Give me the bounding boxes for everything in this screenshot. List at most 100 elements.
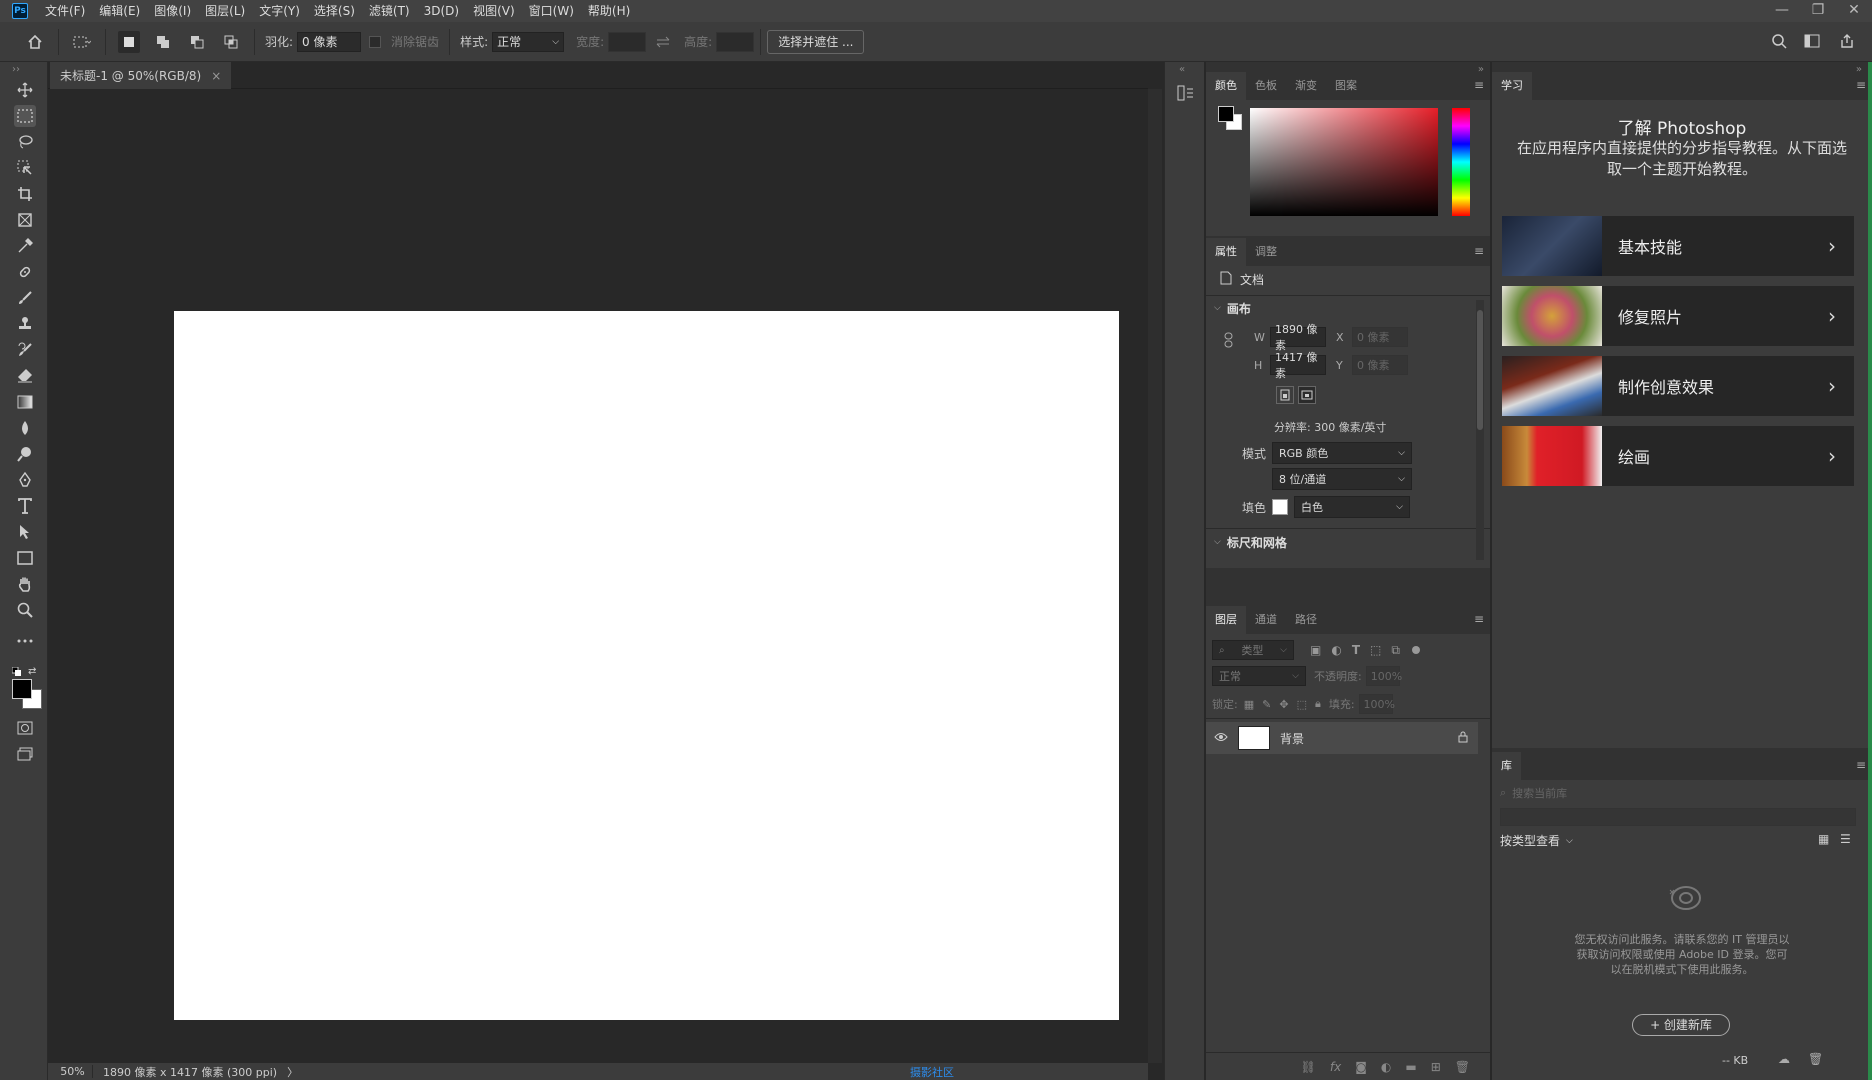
status-menu-arrow[interactable]: 〉 (287, 1064, 298, 1080)
panel-menu-icon[interactable]: ≡ (1474, 78, 1484, 92)
pixel-filter-icon[interactable]: ▣ (1310, 643, 1321, 657)
delete-layer-icon[interactable]: 🗑︎ (1455, 1060, 1470, 1074)
intersect-selection-icon[interactable] (220, 31, 242, 53)
landscape-icon[interactable] (1298, 386, 1316, 404)
rectangular-marquee-tool-icon[interactable] (14, 105, 36, 127)
frame-tool-icon[interactable] (14, 209, 36, 231)
tab-libraries[interactable]: 库 (1492, 752, 1521, 780)
menu-image[interactable]: 图像(I) (147, 0, 198, 22)
panel-menu-icon[interactable]: ≡ (1474, 612, 1484, 626)
swap-dimensions-icon[interactable] (652, 31, 674, 53)
tutorial-card-basic-skills[interactable]: 基本技能 › (1502, 216, 1854, 276)
cloud-sync-icon[interactable]: ☁ (1778, 1052, 1790, 1066)
menu-help[interactable]: 帮助(H) (581, 0, 637, 22)
library-delete-icon[interactable]: 🗑︎ (1808, 1052, 1823, 1066)
history-panel-icon[interactable] (1177, 84, 1195, 105)
link-layers-icon[interactable]: ⛓ (1301, 1060, 1316, 1074)
close-tab-icon[interactable]: × (211, 69, 221, 83)
menu-select[interactable]: 选择(S) (307, 0, 362, 22)
panel-menu-icon[interactable]: ≡ (1856, 78, 1866, 92)
menu-edit[interactable]: 编辑(E) (92, 0, 147, 22)
canvas-workspace[interactable] (48, 89, 1148, 1063)
panel-menu-icon[interactable]: ≡ (1474, 244, 1484, 258)
color-fg-swatch[interactable] (1218, 106, 1234, 122)
type-tool-icon[interactable] (14, 495, 36, 517)
subtract-selection-icon[interactable] (186, 31, 208, 53)
history-brush-tool-icon[interactable] (14, 339, 36, 361)
grid-view-icon[interactable]: ▦ (1818, 832, 1829, 846)
restore-button[interactable]: ❐ (1800, 0, 1836, 22)
hand-tool-icon[interactable] (14, 573, 36, 595)
add-mask-icon[interactable]: ◙ (1355, 1060, 1367, 1074)
width-input[interactable] (608, 31, 647, 52)
eyedropper-tool-icon[interactable] (14, 235, 36, 257)
tutorial-card-fix-photos[interactable]: 修复照片 › (1502, 286, 1854, 346)
adjustment-filter-icon[interactable]: ◐ (1331, 643, 1341, 657)
new-group-icon[interactable]: ▬ (1405, 1060, 1416, 1074)
collapse-toolbar-icon[interactable]: ›› (12, 64, 20, 75)
dodge-tool-icon[interactable] (14, 443, 36, 465)
blur-tool-icon[interactable] (14, 417, 36, 439)
document-canvas[interactable] (174, 311, 1119, 1020)
default-colors-icon[interactable] (11, 666, 22, 680)
healing-brush-tool-icon[interactable] (14, 261, 36, 283)
properties-scrollbar[interactable] (1476, 300, 1484, 560)
quick-mask-icon[interactable] (14, 717, 36, 739)
select-and-mask-button[interactable]: 选择并遮住 ... (767, 29, 865, 54)
collapse-left-icon[interactable]: « (1179, 64, 1185, 75)
community-link[interactable]: 摄影社区 (910, 1064, 954, 1080)
eye-icon[interactable] (1214, 731, 1228, 745)
fx-icon[interactable]: fx (1330, 1060, 1341, 1074)
height-input[interactable] (716, 31, 755, 52)
tab-paths[interactable]: 路径 (1286, 606, 1326, 634)
list-view-icon[interactable]: ☰ (1840, 832, 1851, 846)
rectangle-tool-icon[interactable] (14, 547, 36, 569)
menu-window[interactable]: 窗口(W) (522, 0, 581, 22)
style-select[interactable]: 正常 ⌵ (492, 31, 565, 52)
more-tools-icon[interactable] (14, 630, 36, 652)
scroll-thumb[interactable] (1477, 310, 1483, 430)
tab-patterns[interactable]: 图案 (1326, 72, 1366, 100)
gradient-tool-icon[interactable] (14, 391, 36, 413)
minimize-button[interactable]: — (1764, 0, 1800, 22)
canvas-height-field[interactable]: 1417 像素 (1270, 351, 1326, 380)
bit-depth-select[interactable]: 8 位/通道 ⌵ (1272, 468, 1412, 490)
pen-tool-icon[interactable] (14, 469, 36, 491)
menu-filter[interactable]: 滤镜(T) (362, 0, 417, 22)
panel-menu-icon[interactable]: ≡ (1856, 758, 1866, 772)
smartobject-filter-icon[interactable]: ⧉ (1391, 643, 1400, 658)
move-tool-icon[interactable] (14, 79, 36, 101)
filter-toggle-icon[interactable] (1411, 646, 1420, 654)
eraser-tool-icon[interactable] (14, 365, 36, 387)
portrait-icon[interactable] (1276, 386, 1294, 404)
path-selection-tool-icon[interactable] (14, 521, 36, 543)
vertical-scrollbar[interactable] (1148, 89, 1162, 1063)
menu-view[interactable]: 视图(V) (466, 0, 522, 22)
foreground-color-swatch[interactable] (12, 679, 32, 699)
add-selection-icon[interactable] (152, 31, 174, 53)
feather-input[interactable] (297, 31, 362, 52)
tab-swatches[interactable]: 色板 (1246, 72, 1286, 100)
new-adjustment-icon[interactable]: ◐ (1381, 1060, 1391, 1074)
lock-position-icon[interactable]: ✥ (1279, 698, 1288, 711)
zoom-level[interactable]: 50% (53, 1065, 93, 1078)
tab-color[interactable]: 颜色 (1206, 72, 1246, 100)
document-tab[interactable]: 未标题-1 @ 50%(RGB/8) × (50, 62, 232, 89)
menu-file[interactable]: 文件(F) (38, 0, 92, 22)
brush-tool-icon[interactable] (14, 287, 36, 309)
screen-mode-icon[interactable] (14, 743, 36, 765)
antialias-checkbox[interactable] (369, 31, 382, 53)
close-window-button[interactable]: ✕ (1836, 0, 1872, 22)
menu-layer[interactable]: 图层(L) (198, 0, 252, 22)
view-by-type[interactable]: 按类型查看 ⌵ (1500, 832, 1573, 849)
lock-artboard-icon[interactable]: ⬚ (1297, 698, 1307, 711)
workspace-icon[interactable] (1802, 30, 1824, 52)
zoom-tool-icon[interactable] (14, 599, 36, 621)
shape-filter-icon[interactable]: ⬚ (1370, 643, 1381, 657)
home-icon[interactable] (24, 31, 46, 53)
canvas-width-field[interactable]: 1890 像素 (1270, 323, 1326, 352)
blend-mode-select[interactable]: 正常 ⌵ (1212, 666, 1306, 686)
layer-filter-select[interactable]: ⌕ 类型 ⌵ (1212, 640, 1294, 660)
lock-all-icon[interactable]: 🔒︎ (1315, 697, 1321, 711)
library-search[interactable]: ⌕ 搜索当前库 (1500, 784, 1856, 802)
